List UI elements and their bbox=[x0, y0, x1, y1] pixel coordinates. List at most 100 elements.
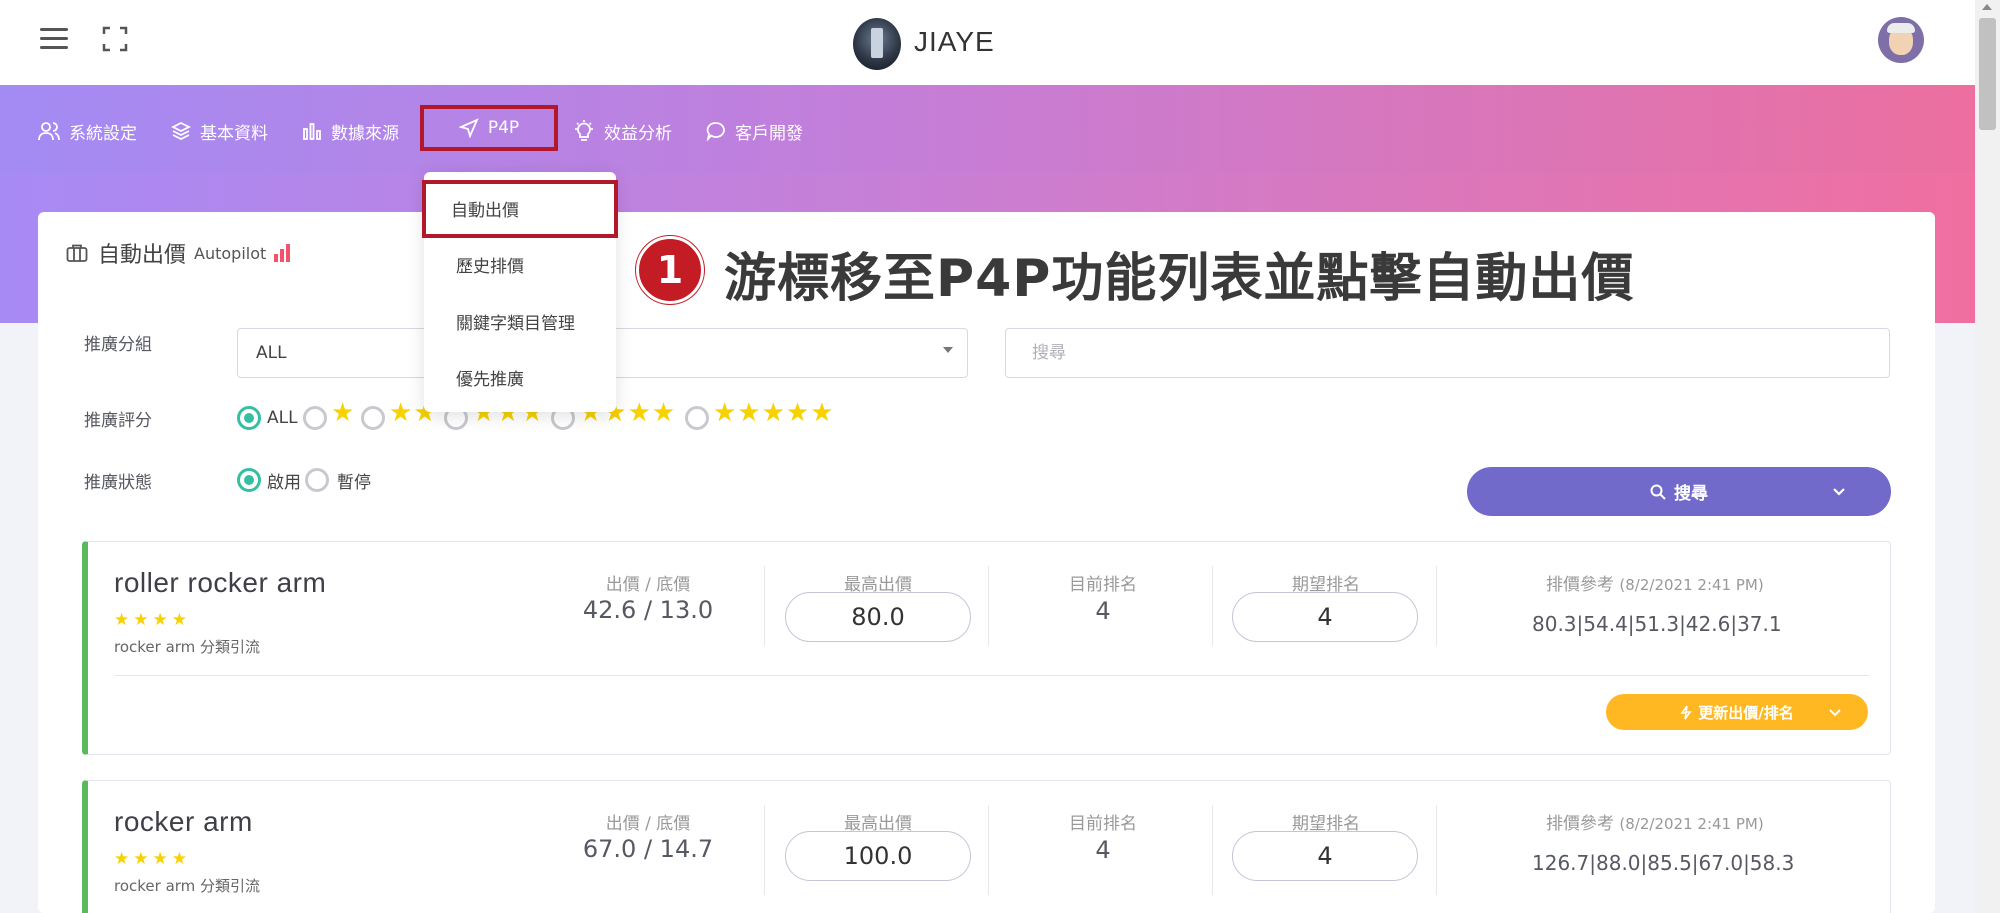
current-rank-value: 4 bbox=[1095, 597, 1111, 625]
hamburger-menu-icon[interactable] bbox=[40, 28, 68, 52]
fullscreen-icon[interactable] bbox=[102, 26, 128, 52]
bid-floor-value: 67.0 / 14.7 bbox=[582, 835, 714, 863]
search-icon bbox=[1650, 484, 1666, 500]
menu-label: 效益分析 bbox=[604, 123, 672, 144]
brand-logo bbox=[853, 18, 901, 70]
row-name: rocker arm bbox=[114, 806, 253, 837]
menu-item-benefit-analysis[interactable]: 效益分析 bbox=[573, 117, 672, 145]
rating-all-label: ALL bbox=[267, 408, 298, 428]
column-divider bbox=[1436, 566, 1437, 646]
navigation-icon bbox=[458, 118, 479, 138]
row-stars: ★★★★ bbox=[114, 849, 191, 869]
current-rank-label: 目前排名 bbox=[1069, 814, 1137, 834]
status-label: 推廣狀態 bbox=[84, 473, 152, 493]
top-header: JIAYE bbox=[0, 0, 1975, 85]
rating-radio-all[interactable] bbox=[237, 406, 261, 430]
main-menu: 系統設定 基本資料 數據來源 效益分析 客戶開發 P4P bbox=[38, 105, 837, 151]
step-instruction: 游標移至P4P功能列表並點擊自動出價 bbox=[724, 249, 1635, 309]
dropdown-item-priority-promotion[interactable]: 優先推廣 bbox=[456, 365, 524, 390]
row-divider bbox=[114, 675, 1869, 676]
dropdown-item-bid-history[interactable]: 歷史排價 bbox=[456, 252, 524, 277]
column-divider bbox=[764, 566, 765, 646]
lightbulb-icon bbox=[575, 120, 593, 141]
bid-floor-value: 42.6 / 13.0 bbox=[582, 596, 714, 624]
row-group: rocker arm 分類引流 bbox=[114, 877, 261, 895]
rating-radio-1[interactable] bbox=[303, 406, 327, 430]
menu-label: 基本資料 bbox=[200, 123, 268, 144]
rating-stars-1: ★ bbox=[331, 398, 356, 428]
layers-icon bbox=[171, 121, 191, 141]
user-avatar[interactable] bbox=[1878, 17, 1924, 63]
max-bid-input[interactable]: 100.0 bbox=[785, 831, 971, 881]
update-bid-button[interactable]: 更新出價/排名 bbox=[1606, 694, 1868, 730]
chevron-down-icon bbox=[943, 347, 953, 353]
highlight-box bbox=[422, 180, 618, 238]
dropdown-item-keyword-category[interactable]: 關鍵字類目管理 bbox=[456, 309, 575, 334]
expected-rank-input[interactable]: 4 bbox=[1232, 592, 1418, 642]
update-bid-label: 更新出價/排名 bbox=[1698, 703, 1794, 722]
chat-icon bbox=[706, 122, 725, 141]
bar-chart-icon bbox=[303, 123, 321, 140]
chevron-down-icon bbox=[1829, 709, 1841, 717]
users-icon bbox=[38, 122, 60, 141]
group-select-value: ALL bbox=[256, 343, 287, 363]
page-subtitle: Autopilot bbox=[194, 243, 267, 263]
menu-label: 客戶開發 bbox=[735, 123, 803, 144]
max-bid-input[interactable]: 80.0 bbox=[785, 592, 971, 642]
brand-name: JIAYE bbox=[914, 26, 995, 57]
current-rank-value: 4 bbox=[1095, 836, 1111, 864]
ref-values: 126.7|88.0|85.5|67.0|58.3 bbox=[1532, 851, 1795, 875]
column-divider bbox=[1212, 805, 1213, 895]
menu-item-data-sources[interactable]: 數據來源 bbox=[302, 117, 399, 145]
scroll-up-icon[interactable] bbox=[1982, 4, 1992, 10]
chart-icon bbox=[274, 244, 291, 262]
column-divider bbox=[1436, 805, 1437, 895]
table-row: rocker arm ★★★★ rocker arm 分類引流 出價 / 底價 … bbox=[82, 780, 1891, 913]
bid-floor-label: 出價 / 底價 bbox=[605, 814, 691, 834]
status-radio-on[interactable] bbox=[237, 468, 261, 492]
scrollbar-thumb[interactable] bbox=[1979, 18, 1996, 130]
page-scrollbar[interactable] bbox=[1975, 0, 2000, 913]
page-title-text: 自動出價 bbox=[98, 243, 187, 268]
ref-values: 80.3|54.4|51.3|42.6|37.1 bbox=[1532, 612, 1782, 636]
menu-item-customer-development[interactable]: 客戶開發 bbox=[706, 117, 803, 145]
row-group: rocker arm 分類引流 bbox=[114, 638, 261, 656]
step-number-badge: 1 bbox=[636, 236, 704, 304]
status-radio-off[interactable] bbox=[305, 468, 329, 492]
expected-rank-input[interactable]: 4 bbox=[1232, 831, 1418, 881]
menu-item-p4p[interactable]: P4P bbox=[420, 105, 558, 151]
menu-label: P4P bbox=[487, 118, 520, 138]
rating-radio-5[interactable] bbox=[685, 406, 709, 430]
ref-time: (8/2/2021 2:41 PM) bbox=[1619, 576, 1764, 594]
column-divider bbox=[1212, 566, 1213, 646]
search-input[interactable] bbox=[1005, 328, 1890, 378]
search-button[interactable]: 搜尋 bbox=[1467, 467, 1891, 516]
ref-label: 排價參考 (8/2/2021 2:41 PM) bbox=[1546, 809, 1764, 834]
menu-label: 系統設定 bbox=[69, 123, 137, 144]
ref-time: (8/2/2021 2:41 PM) bbox=[1619, 815, 1764, 833]
menu-item-system-settings[interactable]: 系統設定 bbox=[38, 117, 137, 145]
search-button-label: 搜尋 bbox=[1674, 484, 1708, 504]
ref-label-text: 排價參考 bbox=[1546, 814, 1614, 834]
menu-item-basic-data[interactable]: 基本資料 bbox=[171, 117, 268, 145]
rating-radio-2[interactable] bbox=[361, 406, 385, 430]
column-divider bbox=[764, 805, 765, 895]
column-divider bbox=[988, 805, 989, 895]
briefcase-icon bbox=[66, 244, 88, 262]
table-row: roller rocker arm ★★★★ rocker arm 分類引流 出… bbox=[82, 541, 1891, 755]
status-off-label: 暫停 bbox=[337, 473, 371, 493]
lightning-icon bbox=[1680, 705, 1692, 719]
group-label: 推廣分組 bbox=[84, 335, 152, 355]
ref-label: 排價參考 (8/2/2021 2:41 PM) bbox=[1546, 570, 1764, 595]
chevron-down-icon bbox=[1833, 488, 1845, 496]
status-on-label: 啟用 bbox=[267, 473, 301, 493]
row-name: roller rocker arm bbox=[114, 567, 327, 598]
rating-label: 推廣評分 bbox=[84, 411, 152, 431]
menu-label: 數據來源 bbox=[331, 123, 399, 144]
current-rank-label: 目前排名 bbox=[1069, 575, 1137, 595]
rating-stars-5: ★★★★★ bbox=[713, 398, 835, 428]
row-stars: ★★★★ bbox=[114, 610, 191, 630]
ref-label-text: 排價參考 bbox=[1546, 575, 1614, 595]
page-title: 自動出價 Autopilot bbox=[66, 237, 291, 269]
column-divider bbox=[988, 566, 989, 646]
